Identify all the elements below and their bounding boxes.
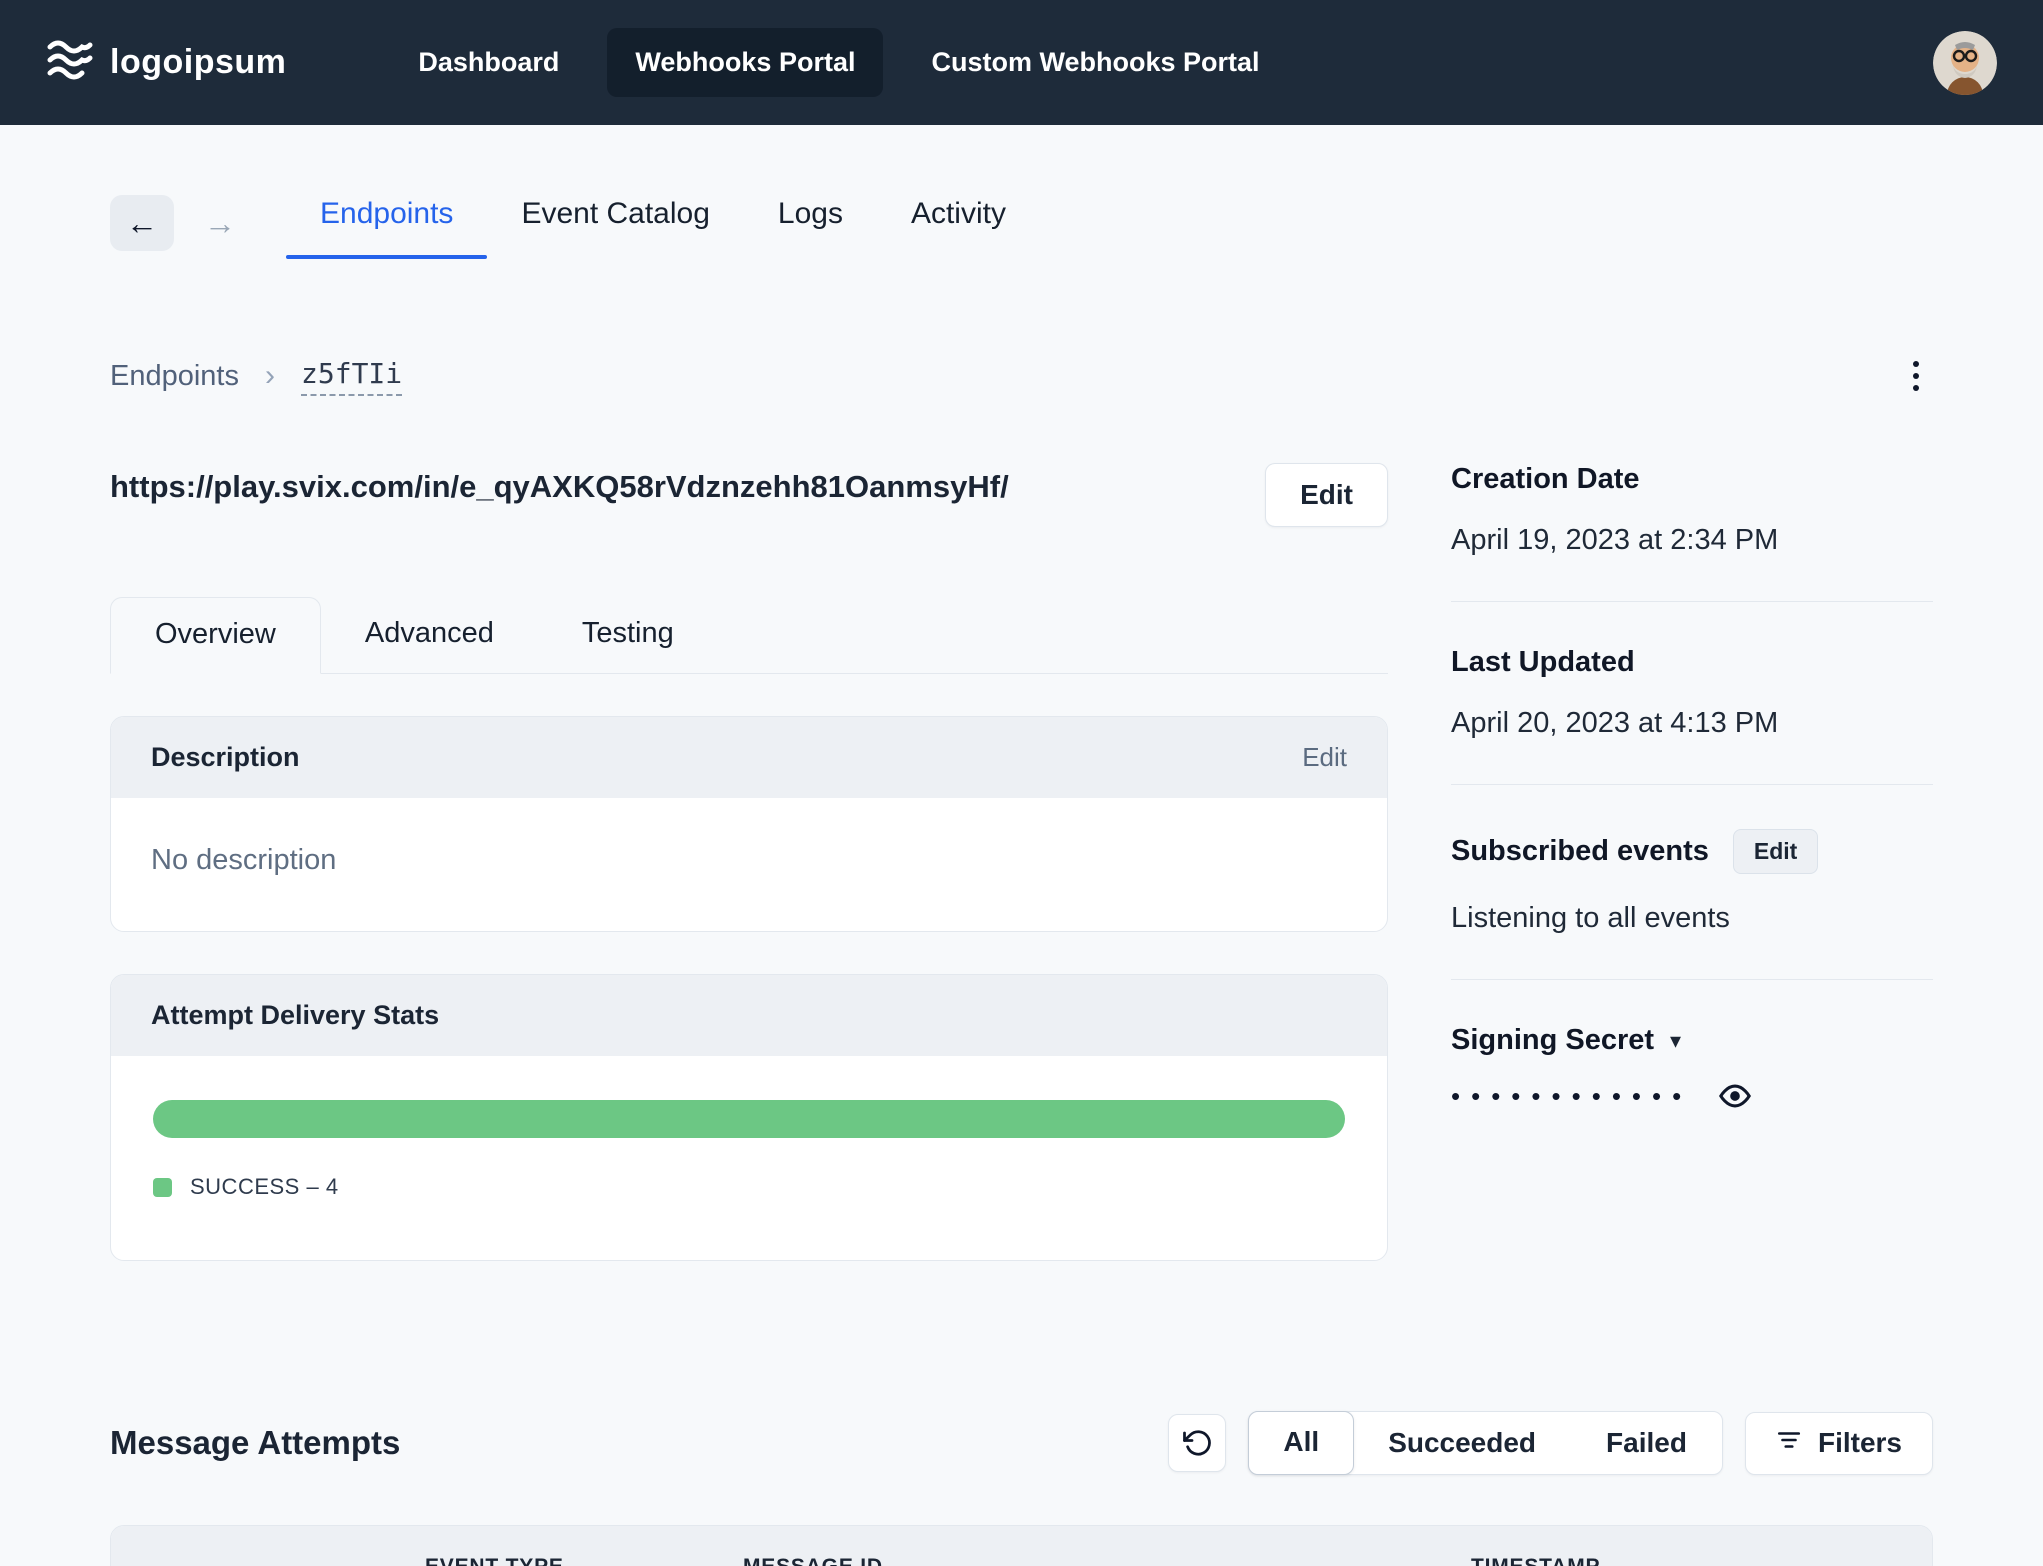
description-title: Description: [151, 742, 300, 772]
message-attempts-title: Message Attempts: [110, 1424, 401, 1461]
logo-text: logoipsum: [110, 43, 287, 81]
reveal-secret-eye-icon[interactable]: [1718, 1079, 1752, 1113]
signing-secret-label: Signing Secret: [1451, 1024, 1655, 1056]
description-text: No description: [151, 844, 337, 876]
endpoint-detail-tabs: Overview Advanced Testing: [110, 597, 1388, 674]
refresh-icon[interactable]: [1168, 1414, 1227, 1472]
logo-waves-icon: [46, 38, 94, 87]
message-id-column-header: MESSAGE ID: [743, 1526, 1471, 1566]
top-navbar: logoipsum Dashboard Webhooks Portal Cust…: [0, 0, 2043, 125]
tab-advanced[interactable]: Advanced: [321, 597, 538, 673]
creation-date-value: April 19, 2023 at 2:34 PM: [1451, 524, 1779, 556]
stats-legend: SUCCESS – 4: [153, 1174, 1345, 1200]
main-nav: Dashboard Webhooks Portal Custom Webhook…: [390, 28, 1287, 97]
table-header-row: EVENT TYPE MESSAGE ID TIMESTAMP: [111, 1526, 1932, 1566]
status-column-header: [165, 1538, 425, 1566]
description-card-body: No description: [111, 798, 1387, 931]
portal-tabs: Endpoints Event Catalog Logs Activity: [286, 187, 1040, 259]
filter-succeeded[interactable]: Succeeded: [1353, 1412, 1571, 1474]
nav-item-custom-webhooks-portal[interactable]: Custom Webhooks Portal: [903, 28, 1287, 97]
delivery-stats-header: Attempt Delivery Stats: [111, 975, 1387, 1056]
sidebar-divider: [1451, 784, 1933, 785]
filter-lines-icon: [1776, 1427, 1802, 1460]
signing-secret-block: Signing Secret ▾ ••••••••••••: [1451, 1024, 1933, 1113]
tab-event-catalog[interactable]: Event Catalog: [487, 187, 743, 259]
tab-overview[interactable]: Overview: [110, 597, 321, 674]
message-attempts-section: Message Attempts All Succeeded Failed Fi…: [110, 1411, 1933, 1566]
endpoint-meta-sidebar: Creation Date April 19, 2023 at 2:34 PM …: [1451, 463, 1933, 1113]
sidebar-divider: [1451, 979, 1933, 980]
signing-secret-toggle[interactable]: Signing Secret ▾: [1451, 1024, 1933, 1057]
endpoint-options-kebab-icon[interactable]: [1899, 351, 1933, 401]
forward-arrow-icon[interactable]: →: [204, 205, 236, 242]
breadcrumb-endpoints-link[interactable]: Endpoints: [110, 360, 239, 393]
event-type-column-header: EVENT TYPE: [425, 1526, 743, 1566]
endpoint-detail-columns: https://play.svix.com/in/e_qyAXKQ58rVdzn…: [110, 463, 1933, 1261]
last-updated-block: Last Updated April 20, 2023 at 4:13 PM: [1451, 646, 1933, 740]
delivery-stats-body: SUCCESS – 4: [111, 1056, 1387, 1260]
tab-activity[interactable]: Activity: [877, 187, 1040, 259]
sidebar-divider: [1451, 601, 1933, 602]
breadcrumb-endpoint-id[interactable]: z5fTIi: [301, 357, 403, 396]
message-attempts-header: Message Attempts All Succeeded Failed Fi…: [110, 1411, 1933, 1475]
subscribed-events-value: Listening to all events: [1451, 902, 1730, 934]
endpoint-url: https://play.svix.com/in/e_qyAXKQ58rVdzn…: [110, 469, 1009, 504]
user-avatar[interactable]: [1933, 30, 1997, 95]
success-rate-bar: [153, 1100, 1345, 1138]
logo: logoipsum: [46, 38, 286, 87]
attempts-filter-segmented: All Succeeded Failed: [1248, 1411, 1723, 1475]
back-arrow-icon[interactable]: ←: [110, 195, 174, 251]
subscribed-events-block: Subscribed events Edit Listening to all …: [1451, 829, 1933, 935]
message-attempts-controls: All Succeeded Failed Filters: [1168, 1411, 1933, 1475]
creation-date-block: Creation Date April 19, 2023 at 2:34 PM: [1451, 463, 1933, 557]
page-content: ← → Endpoints Event Catalog Logs Activit…: [0, 187, 2043, 1566]
edit-endpoint-button[interactable]: Edit: [1265, 463, 1388, 527]
creation-date-label: Creation Date: [1451, 463, 1640, 495]
filter-all[interactable]: All: [1248, 1411, 1355, 1475]
chevron-down-icon: ▾: [1670, 1027, 1682, 1053]
signing-secret-masked: ••••••••••••: [1451, 1080, 1693, 1111]
filters-button[interactable]: Filters: [1744, 1411, 1933, 1475]
edit-description-button[interactable]: Edit: [1302, 742, 1347, 773]
success-legend-label: SUCCESS – 4: [190, 1174, 339, 1199]
chevron-right-icon: ›: [265, 359, 275, 392]
signing-secret-value-row: ••••••••••••: [1451, 1079, 1933, 1113]
tab-endpoints[interactable]: Endpoints: [286, 187, 488, 259]
tab-logs[interactable]: Logs: [744, 187, 877, 259]
subscribed-events-label: Subscribed events: [1451, 835, 1709, 867]
nav-item-dashboard[interactable]: Dashboard: [390, 28, 587, 97]
message-attempts-table: EVENT TYPE MESSAGE ID TIMESTAMP ✓ Succee…: [110, 1525, 1933, 1566]
breadcrumb-row: Endpoints › z5fTIi: [110, 351, 1933, 401]
endpoint-main-column: https://play.svix.com/in/e_qyAXKQ58rVdzn…: [110, 463, 1388, 1261]
edit-subscribed-events-button[interactable]: Edit: [1732, 829, 1819, 874]
delivery-stats-card: Attempt Delivery Stats SUCCESS – 4: [110, 974, 1388, 1261]
breadcrumb: Endpoints › z5fTIi: [110, 357, 403, 396]
filters-button-label: Filters: [1817, 1427, 1902, 1458]
delivery-stats-title: Attempt Delivery Stats: [151, 1000, 440, 1030]
tab-testing[interactable]: Testing: [538, 597, 718, 673]
success-legend-swatch: [153, 1177, 172, 1197]
last-updated-label: Last Updated: [1451, 646, 1635, 678]
filter-failed[interactable]: Failed: [1571, 1412, 1722, 1474]
nav-item-webhooks-portal[interactable]: Webhooks Portal: [607, 28, 884, 97]
timestamp-column-header: TIMESTAMP: [1471, 1526, 1782, 1566]
description-card: Description Edit No description: [110, 716, 1388, 932]
last-updated-value: April 20, 2023 at 4:13 PM: [1451, 707, 1779, 739]
endpoint-url-row: https://play.svix.com/in/e_qyAXKQ58rVdzn…: [110, 463, 1388, 527]
portal-nav-bar: ← → Endpoints Event Catalog Logs Activit…: [110, 187, 1933, 259]
description-card-header: Description Edit: [111, 717, 1387, 798]
